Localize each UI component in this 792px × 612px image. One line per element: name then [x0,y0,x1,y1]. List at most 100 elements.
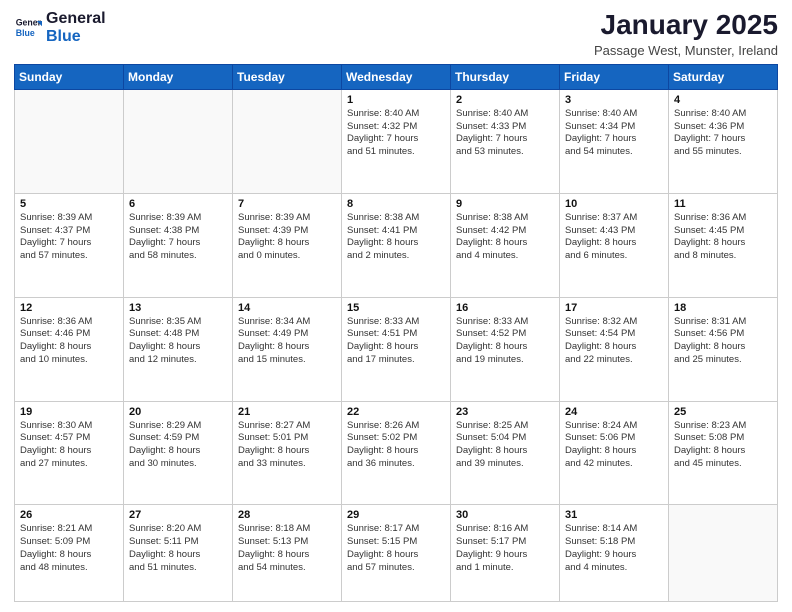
table-row: 7 Sunrise: 8:39 AMSunset: 4:39 PMDaylight… [233,193,342,297]
day-number: 6 [129,198,227,210]
table-row [15,89,124,193]
day-number: 5 [20,198,118,210]
day-number: 1 [347,94,445,106]
day-info: Sunrise: 8:27 AMSunset: 5:01 PMDaylight:… [238,420,336,471]
day-number: 30 [456,509,554,521]
day-info: Sunrise: 8:31 AMSunset: 4:56 PMDaylight:… [674,316,772,367]
day-number: 13 [129,302,227,314]
day-info: Sunrise: 8:36 AMSunset: 4:46 PMDaylight:… [20,316,118,367]
col-saturday: Saturday [669,64,778,89]
day-number: 8 [347,198,445,210]
table-row [124,89,233,193]
table-row: 22 Sunrise: 8:26 AMSunset: 5:02 PMDayligh… [342,401,451,505]
table-row: 13 Sunrise: 8:35 AMSunset: 4:48 PMDayligh… [124,297,233,401]
logo-blue-text: Blue [46,28,81,45]
day-number: 14 [238,302,336,314]
day-number: 9 [456,198,554,210]
day-info: Sunrise: 8:14 AMSunset: 5:18 PMDaylight:… [565,523,663,574]
table-row: 17 Sunrise: 8:32 AMSunset: 4:54 PMDayligh… [560,297,669,401]
day-number: 11 [674,198,772,210]
header: General Blue General Blue January 2025 P… [14,10,778,58]
day-info: Sunrise: 8:38 AMSunset: 4:42 PMDaylight:… [456,212,554,263]
day-number: 28 [238,509,336,521]
table-row: 28 Sunrise: 8:18 AMSunset: 5:13 PMDayligh… [233,505,342,602]
day-number: 27 [129,509,227,521]
table-row: 23Sunrise: 8:25 AMSunset: 5:04 PMDayligh… [451,401,560,505]
day-number: 10 [565,198,663,210]
table-row: 21Sunrise: 8:27 AMSunset: 5:01 PMDayligh… [233,401,342,505]
day-info: Sunrise: 8:40 AMSunset: 4:32 PMDaylight:… [347,108,445,159]
day-info: Sunrise: 8:24 AMSunset: 5:06 PMDaylight:… [565,420,663,471]
table-row: 10 Sunrise: 8:37 AMSunset: 4:43 PMDayligh… [560,193,669,297]
table-row: 5Sunrise: 8:39 AMSunset: 4:37 PMDaylight… [15,193,124,297]
table-row: 19 Sunrise: 8:30 AMSunset: 4:57 PMDayligh… [15,401,124,505]
day-number: 12 [20,302,118,314]
day-info: Sunrise: 8:40 AMSunset: 4:34 PMDaylight:… [565,108,663,159]
table-row: 11 Sunrise: 8:36 AMSunset: 4:45 PMDayligh… [669,193,778,297]
day-number: 2 [456,94,554,106]
table-row: 8 Sunrise: 8:38 AMSunset: 4:41 PMDaylight… [342,193,451,297]
day-info: Sunrise: 8:16 AMSunset: 5:17 PMDaylight:… [456,523,554,574]
day-number: 25 [674,406,772,418]
table-row: 3 Sunrise: 8:40 AMSunset: 4:34 PMDaylight… [560,89,669,193]
day-info: Sunrise: 8:40 AMSunset: 4:36 PMDaylight:… [674,108,772,159]
table-row: 26 Sunrise: 8:21 AMSunset: 5:09 PMDayligh… [15,505,124,602]
day-number: 17 [565,302,663,314]
day-info: Sunrise: 8:26 AMSunset: 5:02 PMDaylight:… [347,420,445,471]
day-info: Sunrise: 8:34 AMSunset: 4:49 PMDaylight:… [238,316,336,367]
col-wednesday: Wednesday [342,64,451,89]
logo-icon: General Blue [14,14,42,42]
day-number: 29 [347,509,445,521]
title-block: January 2025 Passage West, Munster, Irel… [594,10,778,58]
day-number: 24 [565,406,663,418]
table-row: 4 Sunrise: 8:40 AMSunset: 4:36 PMDaylight… [669,89,778,193]
table-row: 12 Sunrise: 8:36 AMSunset: 4:46 PMDayligh… [15,297,124,401]
day-number: 15 [347,302,445,314]
calendar-table: Sunday Monday Tuesday Wednesday Thursday… [14,64,778,602]
day-info: Sunrise: 8:39 AMSunset: 4:38 PMDaylight:… [129,212,227,263]
day-number: 3 [565,94,663,106]
table-row: 6 Sunrise: 8:39 AMSunset: 4:38 PMDaylight… [124,193,233,297]
day-number: 26 [20,509,118,521]
col-monday: Monday [124,64,233,89]
table-row: 29Sunrise: 8:17 AMSunset: 5:15 PMDayligh… [342,505,451,602]
table-row: 18Sunrise: 8:31 AMSunset: 4:56 PMDayligh… [669,297,778,401]
day-info: Sunrise: 8:39 AMSunset: 4:39 PMDaylight:… [238,212,336,263]
col-sunday: Sunday [15,64,124,89]
svg-text:Blue: Blue [16,28,35,38]
table-row: 30 Sunrise: 8:16 AMSunset: 5:17 PMDayligh… [451,505,560,602]
day-info: Sunrise: 8:36 AMSunset: 4:45 PMDaylight:… [674,212,772,263]
day-number: 23 [456,406,554,418]
col-tuesday: Tuesday [233,64,342,89]
table-row: 31 Sunrise: 8:14 AMSunset: 5:18 PMDayligh… [560,505,669,602]
day-number: 4 [674,94,772,106]
day-number: 22 [347,406,445,418]
day-number: 19 [20,406,118,418]
logo-general-text: General [46,10,106,28]
day-info: Sunrise: 8:32 AMSunset: 4:54 PMDaylight:… [565,316,663,367]
day-info: Sunrise: 8:18 AMSunset: 5:13 PMDaylight:… [238,523,336,574]
day-info: Sunrise: 8:33 AMSunset: 4:52 PMDaylight:… [456,316,554,367]
logo: General Blue General Blue [14,10,106,46]
day-info: Sunrise: 8:23 AMSunset: 5:08 PMDaylight:… [674,420,772,471]
day-number: 31 [565,509,663,521]
table-row [233,89,342,193]
day-info: Sunrise: 8:38 AMSunset: 4:41 PMDaylight:… [347,212,445,263]
location: Passage West, Munster, Ireland [594,43,778,58]
table-row [669,505,778,602]
day-number: 7 [238,198,336,210]
col-friday: Friday [560,64,669,89]
svg-text:General: General [16,17,42,27]
table-row: 24 Sunrise: 8:24 AMSunset: 5:06 PMDayligh… [560,401,669,505]
calendar-header-row: Sunday Monday Tuesday Wednesday Thursday… [15,64,778,89]
day-info: Sunrise: 8:37 AMSunset: 4:43 PMDaylight:… [565,212,663,263]
table-row: 15Sunrise: 8:33 AMSunset: 4:51 PMDayligh… [342,297,451,401]
table-row: 16 Sunrise: 8:33 AMSunset: 4:52 PMDayligh… [451,297,560,401]
day-number: 16 [456,302,554,314]
day-info: Sunrise: 8:21 AMSunset: 5:09 PMDaylight:… [20,523,118,574]
day-number: 20 [129,406,227,418]
day-info: Sunrise: 8:30 AMSunset: 4:57 PMDaylight:… [20,420,118,471]
table-row: 14 Sunrise: 8:34 AMSunset: 4:49 PMDayligh… [233,297,342,401]
month-title: January 2025 [594,10,778,41]
day-info: Sunrise: 8:35 AMSunset: 4:48 PMDaylight:… [129,316,227,367]
